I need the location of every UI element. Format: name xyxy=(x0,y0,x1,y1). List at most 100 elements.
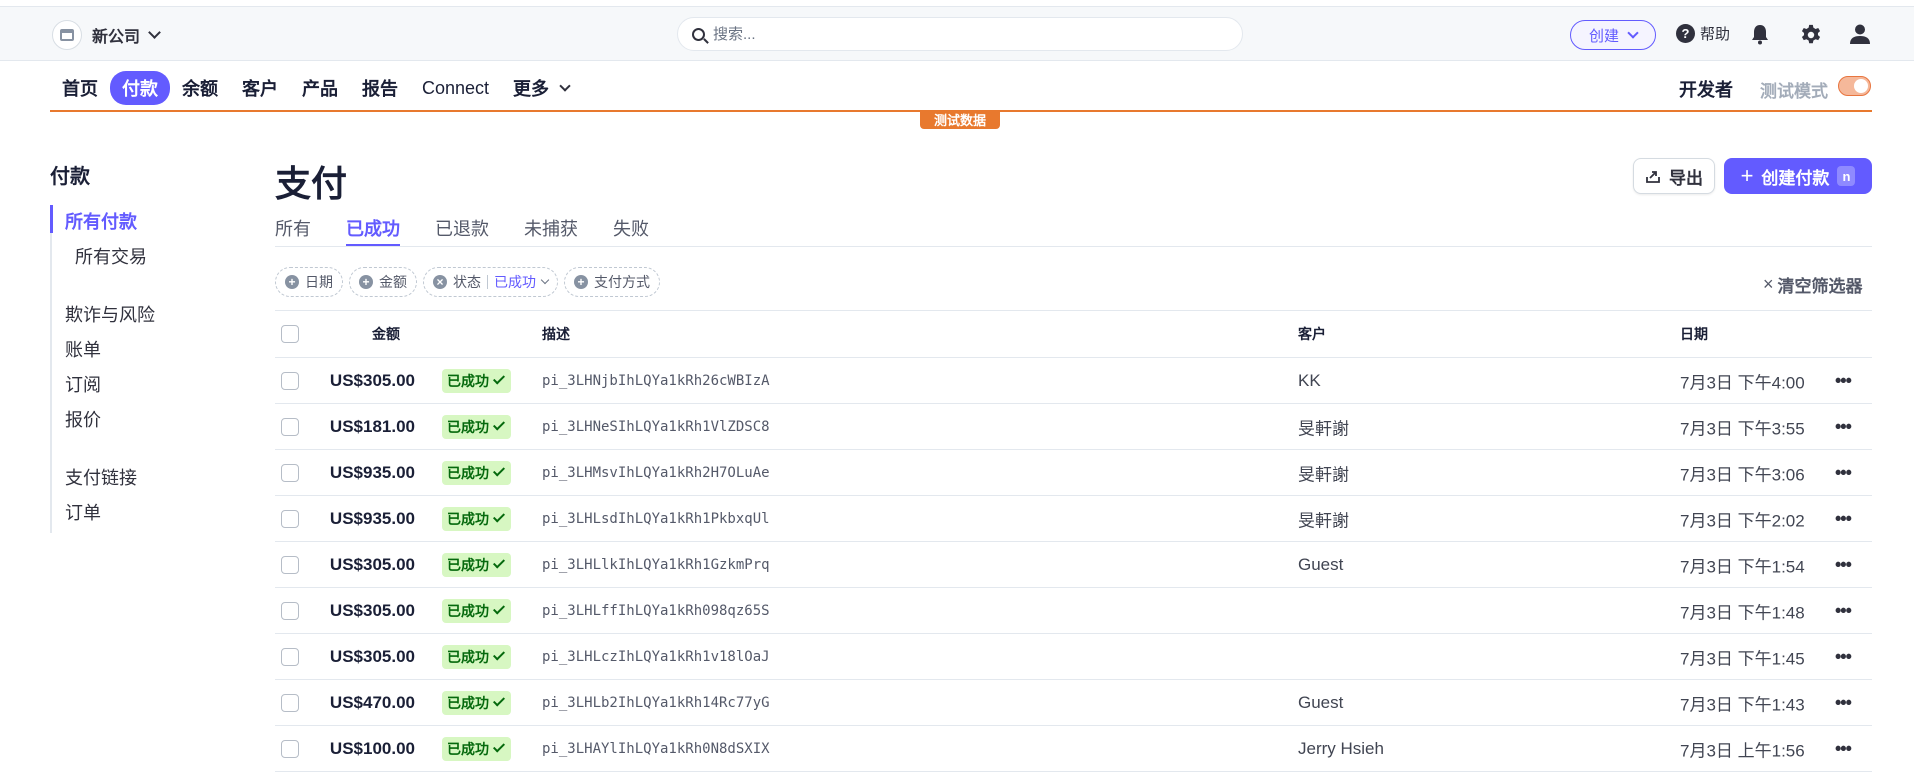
filter-payment-method[interactable]: + 支付方式 xyxy=(564,267,660,297)
plus-circle-icon: + xyxy=(359,275,373,289)
close-icon: × xyxy=(1763,274,1774,294)
more-actions-icon[interactable]: ••• xyxy=(1835,554,1852,575)
table-row[interactable]: US$181.00 已成功 pi_3LHNeSIhLQYa1kRh1VlZDSC8 旻… xyxy=(275,404,1872,450)
sidebar-item-orders[interactable]: 订单 xyxy=(65,499,101,525)
check-icon xyxy=(492,372,506,385)
filter-amount[interactable]: + 金额 xyxy=(349,267,417,297)
nav-balances[interactable]: 余额 xyxy=(170,71,230,105)
table-row[interactable]: US$305.00 已成功 pi_3LHLlkIhLQYa1kRh1GzkmPrq G… xyxy=(275,542,1872,588)
table-row[interactable]: US$100.00 已成功 pi_3LHAYlIhLQYa1kRh0N8dSXIX J… xyxy=(275,726,1872,772)
developers-link[interactable]: 开发者 xyxy=(1679,76,1733,102)
status-badge-label: 已成功 xyxy=(447,464,489,481)
sidebar-item-invoices[interactable]: 账单 xyxy=(65,336,101,362)
tab-uncaptured[interactable]: 未捕获 xyxy=(524,212,578,246)
row-description: pi_3LHNjbIhLQYa1kRh26cWBIzA xyxy=(542,372,770,389)
tab-failed[interactable]: 失败 xyxy=(613,212,649,246)
sidebar-item-all-payments[interactable]: 所有付款 xyxy=(65,208,137,234)
nav-payments[interactable]: 付款 xyxy=(110,71,170,105)
plus-circle-icon: + xyxy=(285,275,299,289)
status-badge: 已成功 xyxy=(442,460,511,485)
more-actions-icon[interactable]: ••• xyxy=(1835,416,1852,437)
status-badge: 已成功 xyxy=(442,552,511,577)
chevron-down-icon xyxy=(559,79,571,92)
plus-circle-icon: + xyxy=(574,275,588,289)
tab-all[interactable]: 所有 xyxy=(275,212,311,246)
page-title: 支付 xyxy=(275,163,348,204)
column-date[interactable]: 日期 xyxy=(1680,324,1708,344)
test-mode-toggle[interactable] xyxy=(1838,76,1871,96)
filter-status-label: 状态 xyxy=(453,274,481,290)
tab-refunded[interactable]: 已退款 xyxy=(435,212,489,246)
table-row[interactable]: US$305.00 已成功 pi_3LHLffIhLQYa1kRh098qz65S 7… xyxy=(275,588,1872,634)
row-customer: 旻軒謝 xyxy=(1298,419,1349,438)
search-input[interactable] xyxy=(713,25,1213,43)
row-customer: 旻軒謝 xyxy=(1298,465,1349,484)
search-bar[interactable] xyxy=(677,17,1243,51)
check-icon xyxy=(492,556,506,569)
row-date: 7月3日 下午3:55 xyxy=(1680,419,1805,438)
more-actions-icon[interactable]: ••• xyxy=(1835,462,1852,483)
filter-status-value: 已成功 xyxy=(494,274,536,290)
select-all-checkbox[interactable] xyxy=(281,325,299,343)
remove-circle-icon[interactable]: × xyxy=(433,275,447,289)
create-payment-button[interactable]: + 创建付款 n xyxy=(1724,158,1872,194)
nav-connect[interactable]: Connect xyxy=(410,74,501,103)
row-amount: US$935.00 xyxy=(329,462,415,482)
status-badge: 已成功 xyxy=(442,506,511,531)
table-row[interactable]: US$935.00 已成功 pi_3LHLsdIhLQYa1kRh1PkbxqUl 旻… xyxy=(275,496,1872,542)
sidebar-title: 付款 xyxy=(50,166,90,188)
create-dropdown-button[interactable]: 创建 xyxy=(1570,20,1656,50)
more-actions-icon[interactable]: ••• xyxy=(1835,738,1852,759)
status-badge-label: 已成功 xyxy=(447,694,489,711)
table-row[interactable]: US$305.00 已成功 pi_3LHNjbIhLQYa1kRh26cWBIzA K… xyxy=(275,358,1872,404)
company-switcher[interactable]: 新公司 xyxy=(52,20,161,50)
more-actions-icon[interactable]: ••• xyxy=(1835,508,1852,529)
test-data-badge: 测试数据 xyxy=(920,110,1000,129)
sidebar-item-fraud-risk[interactable]: 欺诈与风险 xyxy=(65,301,155,327)
help-button[interactable]: ? 帮助 xyxy=(1676,23,1730,44)
column-customer[interactable]: 客户 xyxy=(1298,324,1326,344)
chip-divider xyxy=(487,275,488,289)
table-row[interactable]: US$470.00 已成功 pi_3LHLb2IhLQYa1kRh14Rc77yG G… xyxy=(275,680,1872,726)
sidebar-rail xyxy=(50,205,52,533)
table-row[interactable]: US$935.00 已成功 pi_3LHMsvIhLQYa1kRh2H7OLuAe 旻… xyxy=(275,450,1872,496)
row-amount: US$305.00 xyxy=(329,600,415,620)
sidebar-item-subscriptions[interactable]: 订阅 xyxy=(65,371,101,397)
chevron-down-icon xyxy=(540,275,550,284)
table-header: 金额 描述 客户 日期 xyxy=(275,310,1872,358)
column-amount[interactable]: 金额 xyxy=(372,324,400,344)
clear-filters-button[interactable]: × 清空筛选器 xyxy=(1763,272,1863,297)
sidebar-item-all-transactions[interactable]: 所有交易 xyxy=(75,243,147,269)
chevron-down-icon xyxy=(148,26,161,39)
more-actions-icon[interactable]: ••• xyxy=(1835,692,1852,713)
nav-products[interactable]: 产品 xyxy=(290,71,350,105)
more-actions-icon[interactable]: ••• xyxy=(1835,600,1852,621)
status-badge-label: 已成功 xyxy=(447,510,489,527)
user-icon[interactable] xyxy=(1849,23,1871,45)
tab-succeeded[interactable]: 已成功 xyxy=(346,212,400,246)
store-icon xyxy=(52,20,82,50)
filter-amount-label: 金额 xyxy=(379,274,407,290)
sidebar-item-quotes[interactable]: 报价 xyxy=(65,406,101,432)
nav-more[interactable]: 更多 xyxy=(501,71,581,105)
filter-date[interactable]: + 日期 xyxy=(275,267,343,297)
clear-filters-label: 清空筛选器 xyxy=(1777,277,1863,296)
gear-icon[interactable] xyxy=(1800,24,1822,46)
column-description[interactable]: 描述 xyxy=(542,324,570,344)
nav-home[interactable]: 首页 xyxy=(50,71,110,105)
company-name: 新公司 xyxy=(92,29,141,46)
table-body: US$305.00 已成功 pi_3LHNjbIhLQYa1kRh26cWBIzA K… xyxy=(275,358,1872,772)
table-row[interactable]: US$305.00 已成功 pi_3LHLczIhLQYa1kRh1v18lOaJ 7… xyxy=(275,634,1872,680)
bell-icon[interactable] xyxy=(1750,23,1770,45)
filter-status[interactable]: × 状态 已成功 xyxy=(423,267,558,297)
nav-customers[interactable]: 客户 xyxy=(230,71,290,105)
check-icon xyxy=(492,418,506,431)
sidebar-item-payment-links[interactable]: 支付链接 xyxy=(65,464,137,490)
export-button[interactable]: 导出 xyxy=(1633,158,1715,194)
more-actions-icon[interactable]: ••• xyxy=(1835,646,1852,667)
more-actions-icon[interactable]: ••• xyxy=(1835,370,1852,391)
status-badge-label: 已成功 xyxy=(447,418,489,435)
export-label: 导出 xyxy=(1669,168,1703,188)
nav-reports[interactable]: 报告 xyxy=(350,71,410,105)
status-badge: 已成功 xyxy=(442,736,511,761)
